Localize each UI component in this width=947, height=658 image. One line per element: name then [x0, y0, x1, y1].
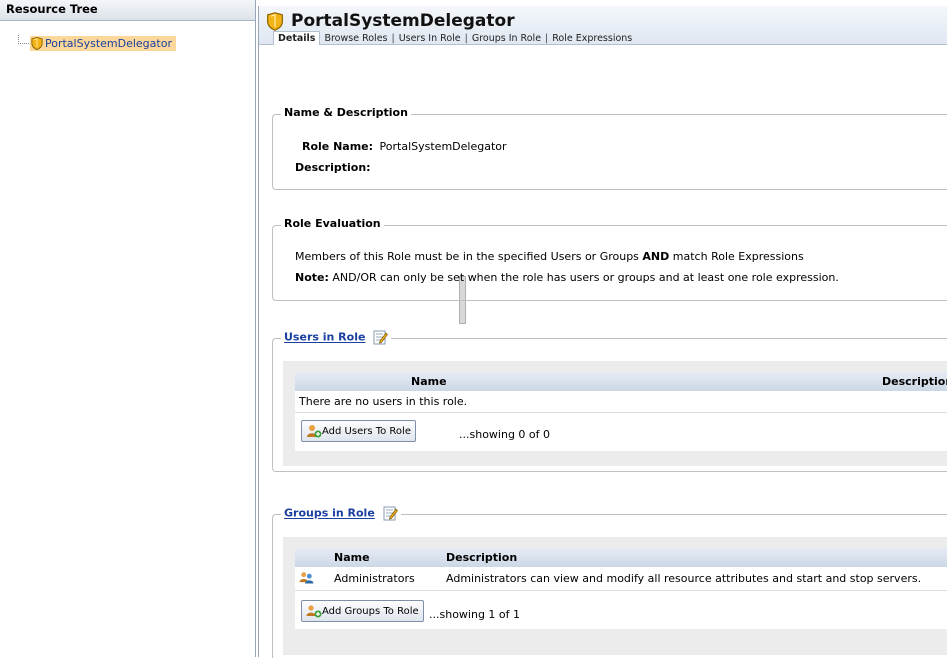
group-description: Administrators can view and modify all r… — [445, 567, 947, 591]
role-evaluation-text: Members of this Role must be in the spec… — [295, 250, 804, 263]
page-title: PortalSystemDelegator — [267, 11, 515, 31]
users-in-role-section: Users in Role Name Description There are… — [272, 330, 947, 472]
group-name: Administrators — [333, 567, 445, 591]
tab-browse-roles[interactable]: Browse Roles — [320, 33, 391, 44]
add-users-label: Add Users To Role — [322, 425, 411, 437]
role-eval-text-end: match Role Expressions — [669, 250, 804, 263]
shield-icon — [267, 11, 283, 31]
groups-table-container: Name Description Administrators Administ… — [283, 537, 947, 655]
description-label: Description: — [295, 161, 371, 174]
groups-in-role-section: Groups in Role Name Description Administ… — [272, 506, 947, 658]
add-user-icon — [307, 425, 322, 438]
users-col-description[interactable]: Description — [782, 372, 947, 391]
users-table-header: Name Description — [295, 372, 947, 391]
groups-showing-count: ...showing 1 of 1 — [429, 608, 521, 621]
role-name-row: Role Name: PortalSystemDelegator — [302, 140, 507, 153]
tab-bar: Details Browse Roles | Users In Role | G… — [273, 31, 636, 45]
role-eval-text-start: Members of this Role must be in the spec… — [295, 250, 643, 263]
edit-icon[interactable] — [373, 330, 389, 345]
groups-in-role-link[interactable]: Groups in Role — [284, 507, 375, 520]
users-showing-count: ...showing 0 of 0 — [459, 428, 551, 441]
resource-tree-panel: Resource Tree PortalSystemDelegator — [0, 0, 256, 657]
users-in-role-link[interactable]: Users in Role — [284, 331, 365, 344]
role-evaluation-section: Role Evaluation Members of this Role mus… — [272, 217, 947, 301]
page-title-text: PortalSystemDelegator — [291, 11, 515, 31]
group-icon — [299, 571, 314, 584]
details-header: PortalSystemDelegator Details Browse Rol… — [259, 6, 947, 45]
role-name-value: PortalSystemDelegator — [379, 140, 507, 153]
tree-connector — [18, 34, 29, 44]
groups-col-description[interactable]: Description — [445, 548, 947, 567]
users-empty-text: There are no users in this role. — [295, 391, 947, 413]
name-description-legend: Name & Description — [281, 106, 411, 119]
tree-item-label: PortalSystemDelegator — [45, 36, 172, 50]
role-evaluation-legend: Role Evaluation — [281, 217, 384, 230]
add-users-to-role-button[interactable]: Add Users To Role — [301, 420, 416, 442]
add-group-icon — [306, 605, 322, 618]
edit-icon[interactable] — [383, 506, 398, 521]
users-col-name[interactable]: Name — [295, 372, 782, 391]
group-row[interactable]: Administrators Administrators can view a… — [295, 567, 947, 591]
shield-icon — [31, 36, 43, 50]
tab-details[interactable]: Details — [273, 31, 321, 45]
role-eval-text-bold: AND — [642, 250, 670, 263]
users-empty-row: There are no users in this role. — [295, 391, 947, 413]
description-row: Description: — [295, 161, 371, 174]
tab-users-in-role[interactable]: Users In Role — [395, 33, 465, 44]
groups-col-name[interactable]: Name — [333, 548, 445, 567]
details-panel: PortalSystemDelegator Details Browse Rol… — [258, 6, 947, 658]
add-groups-label: Add Groups To Role — [322, 605, 419, 617]
groups-in-role-legend: Groups in Role — [281, 506, 401, 521]
users-table-wrap: Name Description There are no users in t… — [295, 372, 947, 451]
note-label: Note: — [295, 271, 329, 284]
users-in-role-legend: Users in Role — [281, 330, 392, 345]
tree-item-selected[interactable]: PortalSystemDelegator — [30, 35, 176, 51]
users-table-container: Name Description There are no users in t… — [283, 361, 947, 466]
tree-item-portalsystemdelegator[interactable]: PortalSystemDelegator — [18, 34, 176, 52]
resource-tree-title: Resource Tree — [0, 0, 255, 21]
role-name-label: Role Name: — [302, 140, 374, 153]
add-groups-to-role-button[interactable]: Add Groups To Role — [301, 600, 424, 622]
tab-role-expressions[interactable]: Role Expressions — [548, 33, 636, 44]
tab-groups-in-role[interactable]: Groups In Role — [468, 33, 545, 44]
note-text: AND/OR can only be set when the role has… — [328, 271, 839, 284]
name-description-section: Name & Description Role Name: PortalSyst… — [272, 106, 947, 190]
group-icon-cell — [295, 567, 333, 591]
groups-table-wrap: Name Description Administrators Administ… — [295, 548, 947, 629]
role-evaluation-note: Note: AND/OR can only be set when the ro… — [295, 271, 839, 284]
groups-table-header: Name Description — [295, 548, 947, 567]
